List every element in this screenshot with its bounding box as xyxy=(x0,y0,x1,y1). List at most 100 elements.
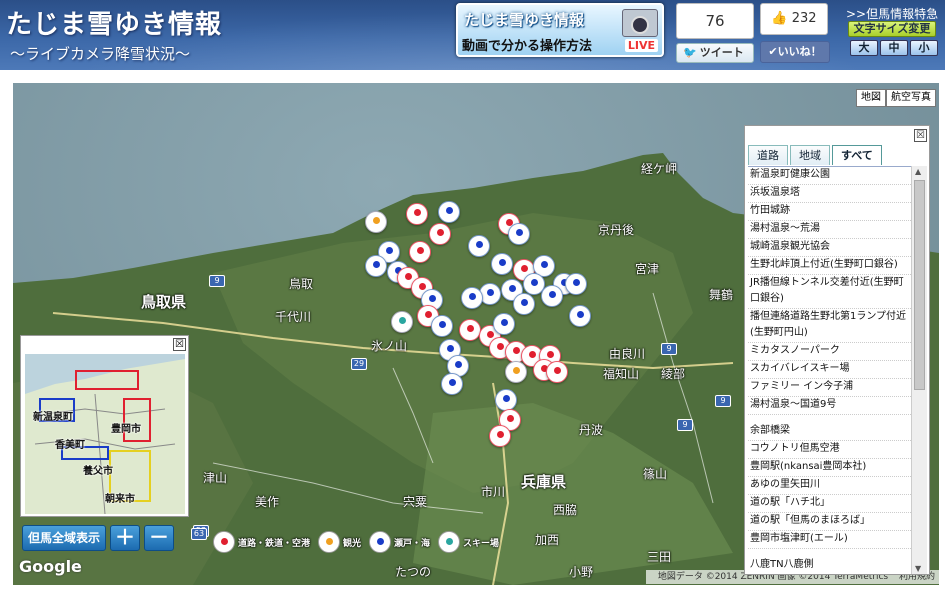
list-item[interactable]: 八鹿TN八鹿側 xyxy=(748,557,911,574)
show-all-area-button[interactable]: 但馬全域表示 xyxy=(22,525,107,551)
list-item[interactable]: 湯村温泉～国道9号 xyxy=(748,397,911,415)
camera-marker[interactable] xyxy=(493,313,515,335)
tweet-count: 76 xyxy=(676,3,754,39)
map-label-tamba: 丹波 xyxy=(579,423,604,437)
font-large-button[interactable]: 大 xyxy=(850,40,878,56)
map-label-chizu: 千代川 xyxy=(275,310,312,324)
list-item[interactable]: 湯村温泉～荒湯 xyxy=(748,221,911,239)
overview-minimap: ☒ 新温泉町 香美町 豊岡市 養父市 朝来市 xyxy=(20,335,189,517)
legend-coast: 瀬戸・海 xyxy=(369,531,430,553)
map-label-yura: 由良川 xyxy=(609,347,646,361)
scroll-thumb[interactable] xyxy=(914,180,925,390)
camera-marker[interactable] xyxy=(365,211,387,233)
map-label-tsuyama: 津山 xyxy=(203,471,228,485)
font-small-button[interactable]: 小 xyxy=(910,40,938,56)
map-label-ichikawa: 市川 xyxy=(481,485,506,499)
camera-marker[interactable] xyxy=(468,235,490,257)
camera-marker[interactable] xyxy=(541,285,563,307)
close-icon[interactable]: ☒ xyxy=(914,129,927,142)
camera-marker[interactable] xyxy=(459,319,481,341)
scroll-down-icon[interactable]: ▼ xyxy=(915,564,921,573)
tab-region[interactable]: 地域 xyxy=(790,145,830,165)
list-item[interactable]: ファミリー イン今子浦 xyxy=(748,379,911,397)
camera-marker[interactable] xyxy=(508,223,530,245)
list-item[interactable]: 豊岡駅(nkansai豊岡本社) xyxy=(748,459,911,477)
orange-marker-icon xyxy=(318,531,341,553)
font-size-label: 文字サイズ変更 xyxy=(848,21,936,37)
map-label-kyogamisaki: 経ケ岬 xyxy=(641,162,678,176)
blue-marker-icon xyxy=(369,531,392,553)
camera-marker[interactable] xyxy=(441,373,463,395)
list-item[interactable]: 余部橋梁 xyxy=(748,423,911,441)
site-header: たじま雪ゆき情報 〜ライブカメラ降雪状況〜 たじま雪ゆき情報 動画で分かる操作方… xyxy=(0,0,945,70)
camera-marker[interactable] xyxy=(565,273,587,295)
camera-marker[interactable] xyxy=(365,255,387,277)
like-widget: 👍 232 ✔いいね！ xyxy=(760,3,830,65)
tweet-button[interactable]: 🐦 ツイート xyxy=(676,43,754,63)
camera-marker[interactable] xyxy=(495,389,517,411)
zoom-in-button[interactable]: ＋ xyxy=(110,525,141,551)
list-item[interactable]: 播但連絡道路生野北第1ランプ付近(生野町円山) xyxy=(748,309,911,343)
map-view[interactable]: 鳥取県 兵庫県 京丹後 宮津 舞鶴 福知山 綾部 丹波 篠山 加西 西脇 三田 … xyxy=(13,83,939,585)
list-item[interactable]: ミカタスノーパーク xyxy=(748,343,911,361)
list-item[interactable]: 新温泉町健康公園 xyxy=(748,167,911,185)
camera-marker[interactable] xyxy=(438,201,460,223)
like-count-box: 👍 232 xyxy=(760,3,828,35)
close-icon[interactable]: ☒ xyxy=(173,338,186,351)
list-item[interactable]: 竹田城跡 xyxy=(748,203,911,221)
mini-label-yabu: 養父市 xyxy=(83,466,113,477)
scroll-up-icon[interactable]: ▲ xyxy=(915,167,921,176)
map-label-fukuchiyama: 福知山 xyxy=(603,367,640,381)
list-item[interactable]: 道の駅「ハチ北」 xyxy=(748,495,911,513)
google-logo[interactable]: Google xyxy=(19,557,82,576)
road-shield: 9 xyxy=(661,343,677,355)
list-item[interactable]: 浜坂温泉塔 xyxy=(748,185,911,203)
mini-label-asago: 朝来市 xyxy=(105,494,135,505)
zoom-out-button[interactable]: － xyxy=(144,525,175,551)
mini-label-toyooka: 豊岡市 xyxy=(111,424,141,435)
camera-marker[interactable] xyxy=(546,361,568,383)
area-rect-kami[interactable] xyxy=(75,370,139,390)
camera-marker[interactable] xyxy=(513,293,535,315)
list-item[interactable]: 豊岡市塩津町(エール) xyxy=(748,531,911,549)
tajima-news-link[interactable]: >>但馬情報特急 xyxy=(846,5,938,22)
font-medium-button[interactable]: 中 xyxy=(880,40,908,56)
tweet-widget: 76 🐦 ツイート xyxy=(676,3,756,65)
map-type-map-button[interactable]: 地図 xyxy=(856,89,886,107)
mini-label-shinonsen: 新温泉町 xyxy=(33,412,73,423)
logo-title: たじま雪ゆき情報 xyxy=(6,10,223,40)
tab-all[interactable]: すべて xyxy=(832,145,882,165)
camera-marker[interactable] xyxy=(429,223,451,245)
list-item[interactable]: JR播但線トンネル交差付近(生野町口銀谷) xyxy=(748,275,911,309)
map-type-satellite-button[interactable]: 航空写真 xyxy=(886,89,936,107)
live-badge: LIVE xyxy=(624,39,658,52)
camera-marker[interactable] xyxy=(391,311,413,333)
camera-marker[interactable] xyxy=(406,203,428,225)
tab-road[interactable]: 道路 xyxy=(748,145,788,165)
like-count: 232 xyxy=(791,11,817,26)
camera-marker[interactable] xyxy=(491,253,513,275)
list-item[interactable]: コウノトリ但馬空港 xyxy=(748,441,911,459)
site-logo[interactable]: たじま雪ゆき情報 〜ライブカメラ降雪状況〜 xyxy=(6,4,222,64)
list-item[interactable]: 生野北峠頂上付近(生野町口銀谷) xyxy=(748,257,911,275)
map-label-tatsuno: たつの xyxy=(395,565,432,579)
banner-subtitle: 動画で分かる操作方法 xyxy=(462,39,593,54)
list-item[interactable]: 道の駅「但馬のまほろば」 xyxy=(748,513,911,531)
camera-marker[interactable] xyxy=(489,425,511,447)
map-label-ayabe: 綾部 xyxy=(661,367,686,381)
howto-video-banner[interactable]: たじま雪ゆき情報 動画で分かる操作方法 LIVE xyxy=(456,3,664,57)
camera-marker[interactable] xyxy=(431,315,453,337)
list-item[interactable]: 城崎温泉観光協会 xyxy=(748,239,911,257)
camera-marker[interactable] xyxy=(461,287,483,309)
camera-marker[interactable] xyxy=(569,305,591,327)
road-shield: 9 xyxy=(209,275,225,287)
list-item[interactable]: あゆの里矢田川 xyxy=(748,477,911,495)
mini-label-kami: 香美町 xyxy=(55,440,85,451)
list-item[interactable]: スカイバレイスキー場 xyxy=(748,361,911,379)
camera-marker[interactable] xyxy=(505,361,527,383)
like-button[interactable]: ✔いいね！ xyxy=(760,41,830,63)
road-shield: 29 xyxy=(351,358,367,370)
list-scrollbar[interactable]: ▲ ▼ xyxy=(911,166,927,574)
camera-marker[interactable] xyxy=(409,241,431,263)
minimap-view[interactable]: 新温泉町 香美町 豊岡市 養父市 朝来市 xyxy=(25,354,185,514)
